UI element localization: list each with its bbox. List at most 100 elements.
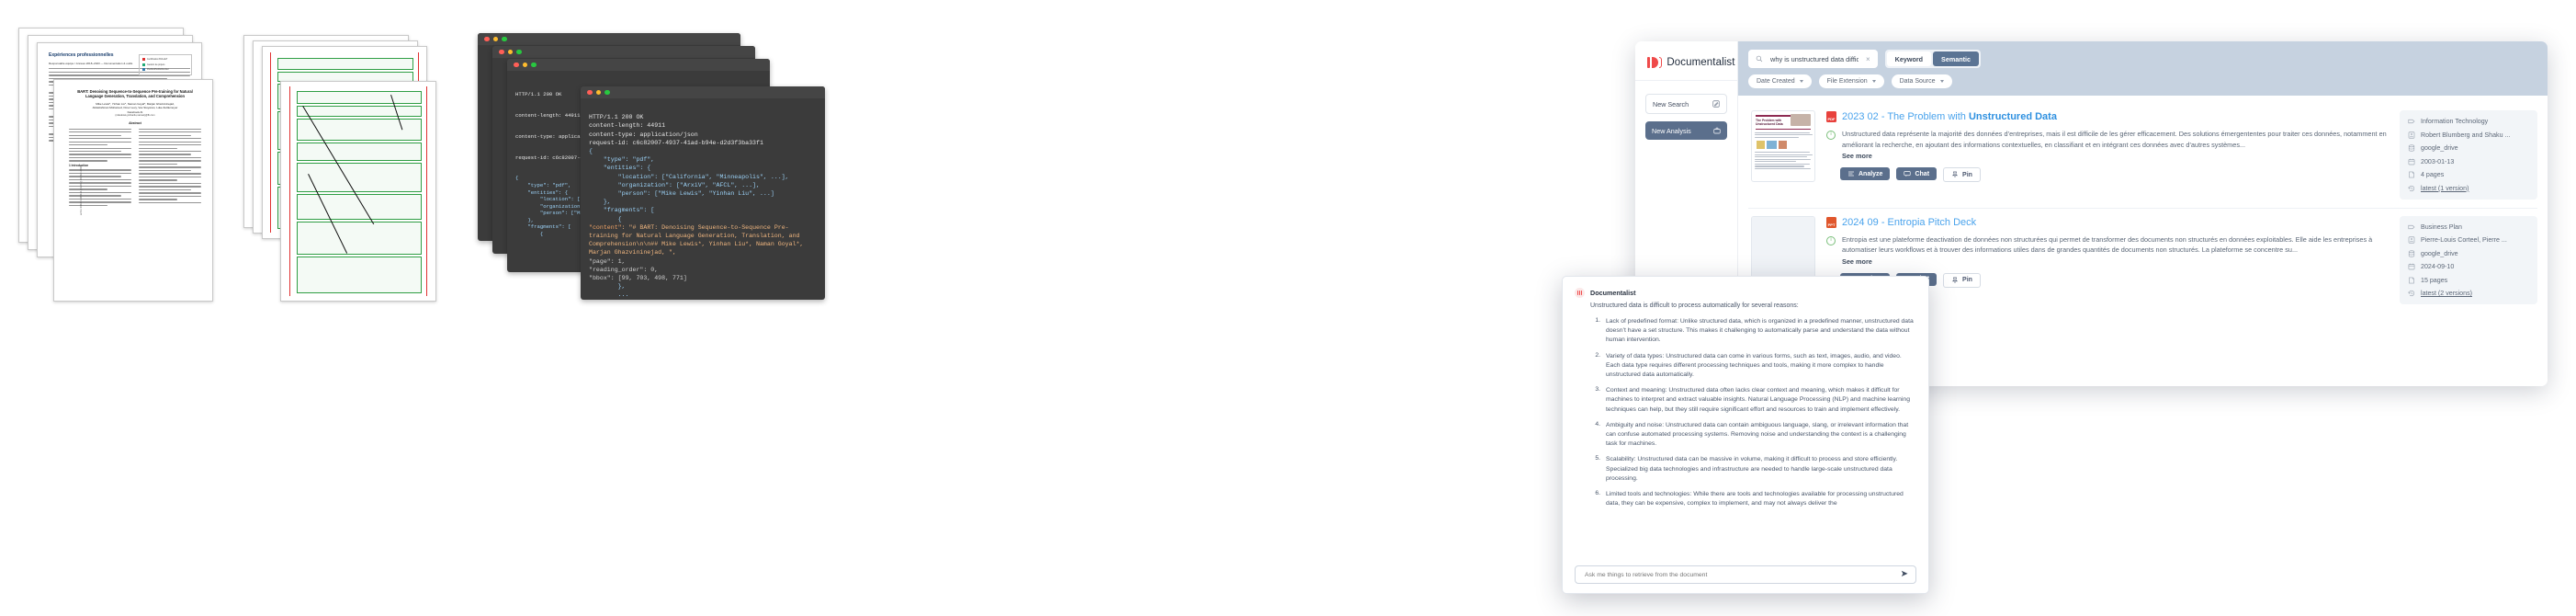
meta-text: google_drive <box>2421 144 2458 152</box>
filter-date-created[interactable]: Date Created <box>1748 74 1812 88</box>
result-title[interactable]: 2024 09 - Entropia Pitch Deck <box>1842 216 1976 229</box>
search-icon <box>1756 55 1763 63</box>
chat-bubble-icon <box>1904 171 1912 177</box>
send-icon[interactable]: ➤ <box>1901 570 1908 579</box>
meta-row: Pierre-Louis Corteel, Pierre ... <box>2408 236 2529 244</box>
meta-text: Information Technology <box>2421 118 2489 125</box>
chat-list-item: 6. Limited tools and technologies: While… <box>1590 490 1916 508</box>
pages-icon <box>2409 171 2414 178</box>
result-description-row: i Unstructured data représente la majori… <box>1826 129 2390 160</box>
chat-input-bar[interactable]: ➤ <box>1575 565 1916 584</box>
pin-label: Pin <box>1962 277 1972 283</box>
app-toolbar: × Keyword Semantic Date Created File Ext… <box>1738 41 2548 96</box>
author-icon <box>2408 236 2415 244</box>
history-icon <box>2408 185 2415 191</box>
calendar-icon <box>2408 158 2415 165</box>
chat-list-item: 1. Lack of predefined format: Unlike str… <box>1590 317 1916 346</box>
request-id: request-id: c6c82007-4937-41ad-b94e-d2d3… <box>589 139 763 146</box>
meta-text: Robert Blumberg and Shaku ... <box>2421 131 2511 139</box>
meta-row: Business Plan <box>2408 223 2529 231</box>
result-description: Entropia est une plateforme deactivation… <box>1842 234 2373 255</box>
filter-date-created-label: Date Created <box>1757 78 1795 85</box>
pin-button[interactable]: Pin <box>1943 167 1981 182</box>
chat-item-number: 2. <box>1595 351 1600 359</box>
bart-abstract-heading: Abstract <box>129 121 141 125</box>
layout-analysis-front <box>280 81 436 302</box>
document-thumbnail[interactable]: The Problem with Unstructured Data <box>1751 110 1815 182</box>
bart-title: BART: Denoising Sequence-to-Sequence Pre… <box>77 89 193 99</box>
chat-label: Chat <box>1915 170 1930 177</box>
chat-panel: Documentalist Unstructured data is diffi… <box>1562 276 1929 594</box>
chevron-down-icon <box>1799 80 1803 83</box>
meta-text: Pierre-Louis Corteel, Pierre ... <box>2421 236 2507 244</box>
documentalist-avatar-icon <box>1575 288 1585 298</box>
see-more-link[interactable]: See more <box>1842 152 2390 160</box>
terminal-front-body: HTTP/1.1 200 OK content-length: 44911 co… <box>581 98 825 300</box>
search-input[interactable] <box>1768 53 1860 64</box>
close-lines: }, ... ], "metadata": { <box>617 283 629 299</box>
meta-row: google_drive <box>2408 250 2529 257</box>
result-description-row: i Entropia est une plateforme deactivati… <box>1826 234 2390 266</box>
chevron-down-icon <box>1939 80 1944 83</box>
result-title-row: PPT 2024 09 - Entropia Pitch Deck <box>1826 216 2390 229</box>
pdf-file-icon: PDF <box>1826 111 1836 122</box>
filter-data-source-label: Data Source <box>1899 78 1936 85</box>
result-title[interactable]: 2023 02 - The Problem with Unstructured … <box>1842 110 2057 123</box>
maximize-icon[interactable] <box>604 89 610 96</box>
chat-button[interactable]: Chat <box>1896 167 1938 180</box>
meta-row[interactable]: latest (2 versions) <box>2408 290 2529 297</box>
new-analysis-button[interactable]: New Analysis <box>1645 121 1727 140</box>
meta-row: 2003-01-13 <box>2408 158 2529 165</box>
bart-intro-heading: 1 Introduction <box>69 163 89 167</box>
chat-answer-list: 1. Lack of predefined format: Unlike str… <box>1590 317 1916 560</box>
app-brand: Documentalist <box>1647 57 1734 68</box>
meta-text: 2003-01-13 <box>2421 157 2455 165</box>
search-mode-toggle[interactable]: Keyword Semantic <box>1884 50 1981 68</box>
pin-button[interactable]: Pin <box>1943 272 1981 288</box>
terminal-front: HTTP/1.1 200 OK content-length: 44911 co… <box>581 86 825 300</box>
search-row: × Keyword Semantic <box>1748 50 2537 68</box>
meta-text: Business Plan <box>2421 222 2462 231</box>
bbox-line: "bbox": [99, 703, 498, 771] <box>589 275 687 282</box>
result-title-plain: 2023 02 - The Problem with <box>1842 111 1969 122</box>
meta-row: 15 pages <box>2408 277 2529 284</box>
result-title-highlight: Unstructured Data <box>1968 111 2057 122</box>
filter-file-extension[interactable]: File Extension <box>1818 74 1884 88</box>
analyze-button[interactable]: Analyze <box>1840 167 1891 180</box>
sidebar-divider <box>1635 80 1737 81</box>
meta-row[interactable]: latest (1 version) <box>2408 185 2529 192</box>
chat-lead-text: Unstructured data is difficult to proces… <box>1590 302 1799 309</box>
result-card[interactable]: The Problem with Unstructured Data PDF 2… <box>1748 103 2537 209</box>
calendar-icon <box>2408 263 2415 270</box>
chat-input[interactable] <box>1583 570 1895 579</box>
close-icon[interactable] <box>587 89 593 96</box>
paper-bart-front: arXiv:1910.13461v1 [cs.CL] 29 Oct 2019 B… <box>53 79 213 302</box>
keyword-mode-button[interactable]: Keyword <box>1886 51 1932 66</box>
meta-version-link[interactable]: latest (1 version) <box>2421 185 2469 192</box>
filter-data-source[interactable]: Data Source <box>1891 74 1952 88</box>
reading-order-line: "reading_order": 0, <box>589 266 659 273</box>
meta-row: Robert Blumberg and Shaku ... <box>2408 131 2529 139</box>
tag-icon <box>2408 224 2415 229</box>
powerpoint-file-icon: PPT <box>1826 216 1836 228</box>
chat-header: Documentalist <box>1575 288 1916 298</box>
result-actions: Analyze Chat <box>1840 167 2390 182</box>
see-more-link[interactable]: See more <box>1842 257 2390 266</box>
chat-item-text: Scalability: Unstructured data can be ma… <box>1606 456 1898 482</box>
briefcase-icon <box>1713 127 1721 134</box>
semantic-mode-button[interactable]: Semantic <box>1933 51 1979 66</box>
search-bar[interactable]: × <box>1748 50 1878 68</box>
screenshot-root: Expériences professionnelles Responsable… <box>0 0 2576 616</box>
database-icon <box>2408 144 2415 152</box>
result-title-row: PDF 2023 02 - The Problem with Unstructu… <box>1826 110 2390 123</box>
pin-icon <box>1951 171 1959 177</box>
filter-file-extension-label: File Extension <box>1826 78 1868 85</box>
edit-square-icon <box>1712 100 1720 108</box>
chat-item-number: 1. <box>1595 317 1600 324</box>
database-icon <box>2408 249 2415 257</box>
chat-item-text: Lack of predefined format: Unlike struct… <box>1606 318 1914 344</box>
minimize-icon[interactable] <box>595 89 601 96</box>
clear-search-icon[interactable]: × <box>1866 55 1870 63</box>
meta-version-link[interactable]: latest (2 versions) <box>2421 290 2472 297</box>
new-search-button[interactable]: New Search <box>1645 94 1727 114</box>
